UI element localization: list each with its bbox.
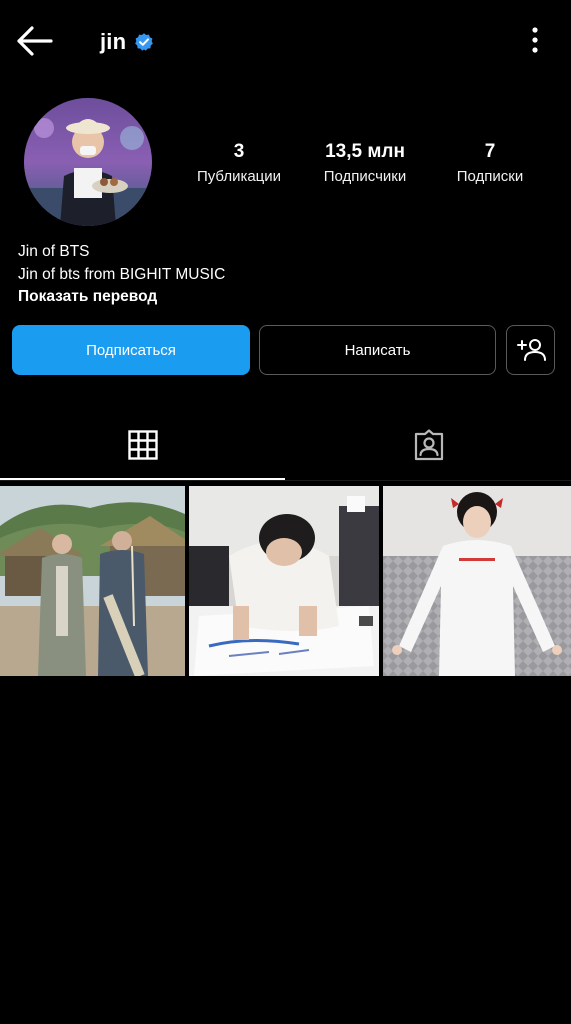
following-count: 7 xyxy=(484,141,496,162)
username: jin xyxy=(100,29,127,54)
post-thumbnail[interactable] xyxy=(383,486,571,676)
followers-count: 13,5 млн xyxy=(325,141,405,162)
photo-man-writing-on-shirt xyxy=(189,486,379,676)
tab-posts-grid[interactable] xyxy=(0,410,285,480)
suggested-users-button[interactable] xyxy=(506,325,555,375)
bio: Jin of BTS Jin of bts from BIGHIT MUSIC … xyxy=(18,241,548,309)
more-options-button[interactable] xyxy=(529,26,541,54)
profile-tabs xyxy=(0,410,571,482)
profile-avatar[interactable] xyxy=(24,98,152,226)
post-thumbnail[interactable] xyxy=(0,486,185,676)
grid-icon xyxy=(127,430,158,460)
more-vertical-icon xyxy=(532,27,538,53)
arrow-left-icon xyxy=(17,26,53,56)
tagged-icon xyxy=(414,429,443,461)
show-translation-link[interactable]: Показать перевод xyxy=(18,286,548,309)
photo-man-white-sweatshirt xyxy=(383,486,571,676)
posts-grid xyxy=(0,486,571,676)
followers-label: Подписчики xyxy=(323,168,407,185)
avatar-image xyxy=(24,98,152,226)
bio-text: Jin of bts from BIGHIT MUSIC xyxy=(18,265,226,283)
stat-followers[interactable]: 13,5 млн Подписчики xyxy=(305,140,425,188)
message-button[interactable]: Написать xyxy=(259,325,496,375)
back-button[interactable] xyxy=(14,24,56,58)
bio-name: Jin of BTS xyxy=(18,243,90,260)
top-bar: jin xyxy=(0,0,571,82)
tabs-divider xyxy=(0,480,571,481)
add-user-icon xyxy=(516,339,546,361)
stat-following[interactable]: 7 Подписки xyxy=(440,140,540,188)
tab-tagged[interactable] xyxy=(286,410,571,480)
follow-button[interactable]: Подписаться xyxy=(12,325,250,375)
photo-village-two-people xyxy=(0,486,185,676)
verified-badge-icon xyxy=(135,33,154,51)
profile-screen: jin 3 Публикации 13,5 млн Подписчики 7 П… xyxy=(0,0,571,1024)
posts-label: Публикации xyxy=(196,168,282,185)
post-thumbnail[interactable] xyxy=(189,486,379,676)
stat-posts[interactable]: 3 Публикации xyxy=(180,140,298,188)
following-label: Подписки xyxy=(456,168,524,185)
posts-count: 3 xyxy=(233,141,245,162)
username-block: jin xyxy=(100,26,154,58)
